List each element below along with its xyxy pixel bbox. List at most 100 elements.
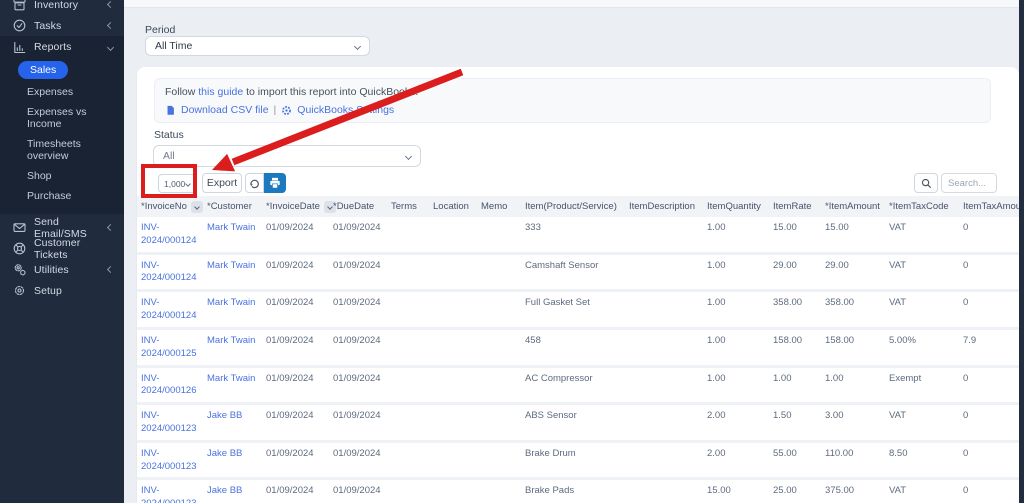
chevron-left-icon [106,265,115,274]
column-header-item[interactable]: Item(Product/Service) [521,196,625,217]
sidebar-subitem-timesheets-overview[interactable]: Timesheets overview [0,134,124,166]
cell-item_amount: 375.00 [825,485,855,497]
quickbooks-settings-link[interactable]: QuickBooks Settings [297,104,394,116]
cell-invoice_no[interactable]: INV-2024/000124 [137,292,203,327]
print-button[interactable] [264,173,286,193]
cell-customer[interactable]: Jake BB [203,480,262,503]
cell-item: Full Gasket Set [525,297,590,309]
cell-item: Brake Drum [525,447,576,459]
sidebar-item-inventory[interactable]: Inventory [0,0,124,15]
cell-item_description [625,368,703,403]
cell-customer[interactable]: Mark Twain [203,217,262,252]
column-header-memo[interactable]: Memo [477,196,521,217]
cell-invoice_no[interactable]: INV-2024/000124 [137,217,203,252]
cell-invoice_no[interactable]: INV-2024/000123 [137,480,203,503]
refresh-icon [250,179,259,188]
column-header-due_date[interactable]: *DueDate [329,196,387,217]
scrollbar[interactable] [1019,0,1024,503]
column-header-invoice_date[interactable]: *InvoiceDate [262,196,336,217]
cell-terms [387,405,429,440]
cell-customer[interactable]: Jake BB [203,443,262,478]
sidebar-item-label: Customer Tickets [34,236,81,261]
cell-memo [477,255,521,290]
sidebar-item-tasks[interactable]: Tasks [0,15,124,36]
sidebar-subitem-sales[interactable]: Sales [0,58,124,82]
export-button[interactable]: Export [202,173,242,193]
column-header-item_tax_code[interactable]: *ItemTaxCode [885,196,959,217]
sidebar-item-setup[interactable]: Setup [0,280,124,301]
cell-item_description [625,443,703,478]
cell-terms [387,255,429,290]
reports-icon [12,40,26,54]
reports-expanded-section: Reports Sales Expenses Expenses vs Incom… [0,36,124,214]
cell-item_quantity: 2.00 [707,410,726,422]
table-row: INV-2024/000124 Mark Twain 01/09/2024 01/09… [137,254,1019,293]
cell-customer[interactable]: Mark Twain [203,255,262,290]
column-header-item_amount[interactable]: *ItemAmount [821,196,885,217]
column-header-customer[interactable]: *Customer [203,196,262,217]
chevron-down-icon [106,43,115,51]
sidebar-item-send-email-sms[interactable]: Send Email/SMS [0,216,124,240]
cell-terms [387,443,429,478]
column-header-item_rate[interactable]: ItemRate [769,196,821,217]
cell-item_tax_code: 8.50 [889,447,908,459]
sidebar-subitem-purchase[interactable]: Purchase [0,186,124,206]
search-input[interactable] [941,173,997,193]
cell-location [429,443,477,478]
sidebar-item-reports[interactable]: Reports [0,36,124,58]
cell-customer[interactable]: Mark Twain [203,368,262,403]
column-header-item_tax_amount[interactable]: ItemTaxAmount [959,196,1019,217]
column-header-item_quantity[interactable]: ItemQuantity [703,196,769,217]
table-row: INV-2024/000124 Mark Twain 01/09/2024 01/09… [137,217,1019,255]
chevron-down-icon [353,42,362,50]
cell-memo [477,217,521,252]
sidebar-item-label: Reports [34,41,72,53]
cell-item_tax_amount: 0 [963,372,969,384]
active-page-pill: Sales [18,61,69,79]
cell-memo [477,480,521,503]
download-csv-link[interactable]: Download CSV file [181,104,269,116]
cell-customer[interactable]: Mark Twain [203,330,262,365]
cell-item_quantity: 15.00 [707,485,731,497]
cell-item_description [625,480,703,503]
report-card: Follow this guide to import this report … [137,67,1019,503]
sidebar-item-label: Setup [34,284,62,297]
sort-dropdown-icon[interactable] [190,200,203,213]
cell-customer[interactable]: Mark Twain [203,292,262,327]
cell-invoice_no[interactable]: INV-2024/000123 [137,443,203,478]
cell-invoice_no[interactable]: INV-2024/000126 [137,368,203,403]
cell-location [429,255,477,290]
table-header-row: *InvoiceNo *Customer *InvoiceDate *DueDate T… [137,196,1019,217]
search-button[interactable] [914,173,938,193]
sidebar-subitem-expenses[interactable]: Expenses [0,82,124,102]
cell-item_description [625,217,703,252]
sidebar-subitem-expenses-vs-income[interactable]: Expenses vs Income [0,102,124,134]
cell-invoice_no[interactable]: INV-2024/000123 [137,405,203,440]
quickbooks-banner: Follow this guide to import this report … [154,78,991,123]
cell-item_amount: 110.00 [825,447,854,459]
cell-due_date: 01/09/2024 [333,259,381,271]
cell-terms [387,292,429,327]
period-select[interactable]: All Time [145,36,370,56]
cell-invoice_no[interactable]: INV-2024/000124 [137,255,203,290]
refresh-button[interactable] [245,173,264,193]
sidebar-subitem-shop[interactable]: Shop [0,166,124,186]
sidebar-item-customer-tickets[interactable]: Customer Tickets [0,236,124,261]
cell-due_date: 01/09/2024 [333,372,381,384]
cell-item_quantity: 1.00 [707,222,726,233]
cell-customer[interactable]: Jake BB [203,405,262,440]
cell-item_quantity: 1.00 [707,334,726,346]
column-header-terms[interactable]: Terms [387,196,429,217]
column-header-location[interactable]: Location [429,196,477,217]
cell-invoice_no[interactable]: INV-2024/000125 [137,330,203,365]
cell-item_tax_amount: 0 [963,259,969,271]
period-label: Period [145,24,176,36]
cell-location [429,217,477,252]
column-header-item_description[interactable]: ItemDescription [625,196,703,217]
sidebar-item-utilities[interactable]: Utilities [0,259,124,280]
cell-item_rate: 1.00 [773,372,792,384]
guide-link[interactable]: this guide [198,86,243,98]
column-header-invoice_no[interactable]: *InvoiceNo [137,196,203,217]
cell-item_description [625,255,703,290]
cell-location [429,480,477,503]
